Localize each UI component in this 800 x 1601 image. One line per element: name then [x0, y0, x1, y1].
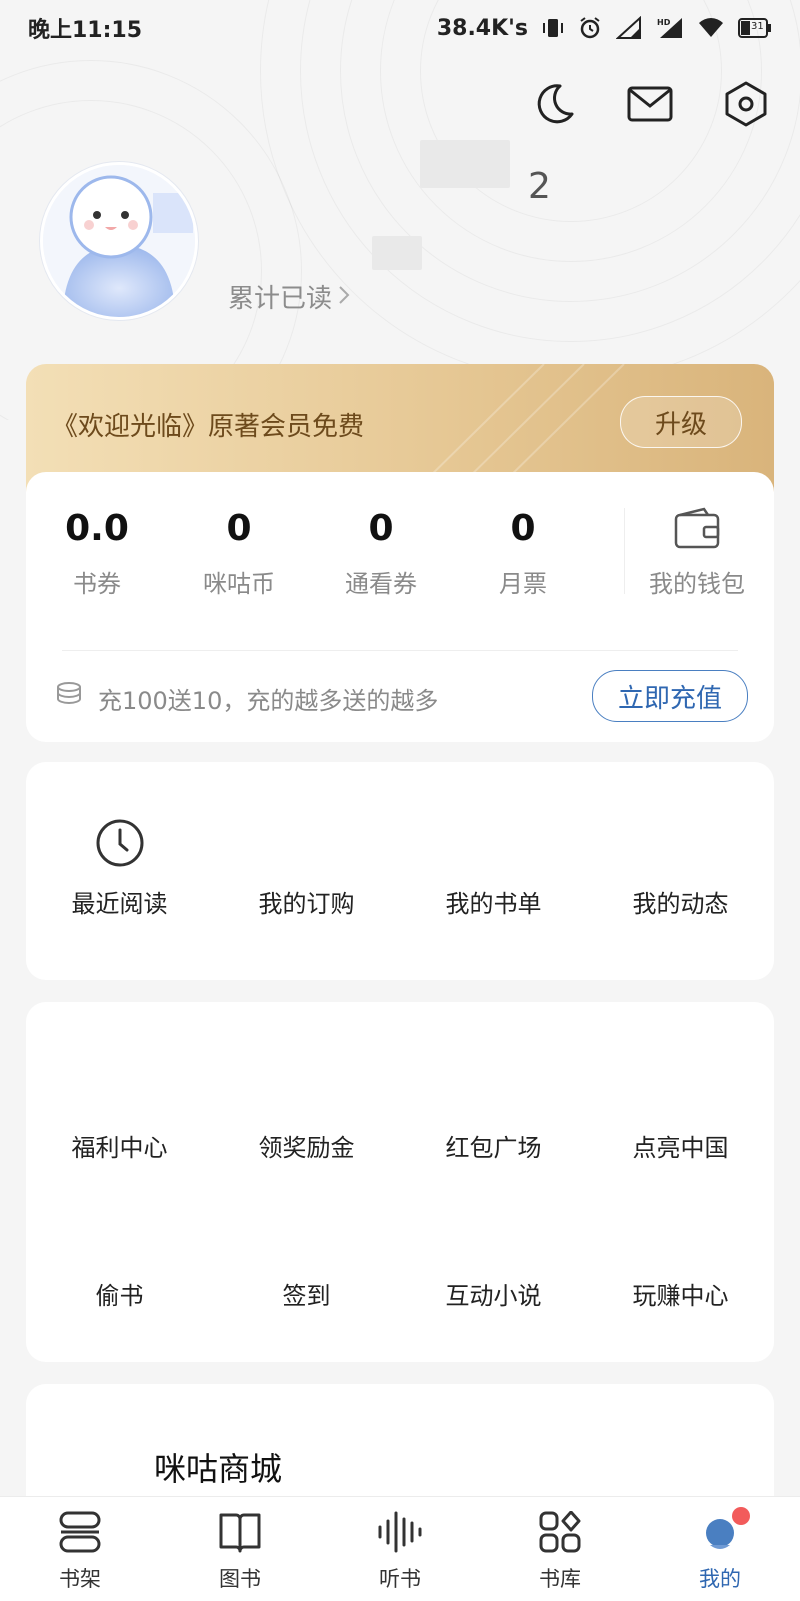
my-wallet-button[interactable]: 我的钱包: [626, 498, 768, 599]
wifi-icon: [698, 17, 724, 39]
stat-label: 书券: [73, 570, 121, 598]
menu-label: 点亮中国: [632, 1134, 729, 1162]
menu-label: 我的动态: [632, 890, 729, 918]
network-speed: 38.4K's: [436, 15, 528, 41]
tab-profile[interactable]: 我的: [640, 1497, 800, 1601]
badge-blurred: [372, 236, 422, 270]
wallet-card: 0.0 书券 0 咪咕币 0 通看券 0 月票 我的钱包 充100送10，充的越…: [26, 472, 774, 742]
menu-label: 互动小说: [445, 1282, 542, 1310]
tab-label: 书库: [539, 1567, 581, 1591]
quick-menu-card: 最近阅读 我的订购 我的书单 我的动态: [26, 762, 774, 980]
my-wallet-label: 我的钱包: [649, 570, 745, 598]
hd-signal-icon: HD: [656, 16, 684, 40]
menu-label: 最近阅读: [71, 890, 168, 918]
stat-book-coupon[interactable]: 0.0 书券: [26, 498, 168, 608]
signal-icon: [616, 16, 642, 40]
stat-value: 0: [226, 507, 252, 549]
settings-icon: [724, 81, 768, 131]
moon-icon: [532, 82, 576, 130]
tab-books[interactable]: 图书: [160, 1497, 320, 1601]
menu-label: 签到: [282, 1282, 331, 1310]
book-icon: [217, 1511, 263, 1557]
tab-label: 我的: [699, 1567, 741, 1591]
stat-migu-coin[interactable]: 0 咪咕币: [168, 498, 310, 608]
menu-label: 福利中心: [71, 1134, 168, 1162]
header-actions: [530, 81, 770, 131]
stat-label: 月票: [499, 570, 547, 598]
clock-icon: [95, 818, 145, 876]
vip-text: 《欢迎光临》原著会员免费: [52, 412, 365, 442]
stat-label: 咪咕币: [203, 570, 275, 598]
menu-steal-books[interactable]: 偷书: [26, 1276, 213, 1311]
menu-red-packet-square[interactable]: 红包广场: [400, 1128, 587, 1163]
mall-title: 咪咕商城: [154, 1450, 283, 1488]
grid-icon: [537, 1510, 583, 1557]
level-number: 2: [528, 166, 551, 207]
stat-value: 0: [510, 507, 536, 549]
menu-interactive-novel[interactable]: 互动小说: [400, 1276, 587, 1311]
menu-play-earn-center[interactable]: 玩赚中心: [587, 1276, 774, 1311]
alarm-icon: [578, 16, 602, 40]
tab-library[interactable]: 书库: [480, 1497, 640, 1601]
chevron-right-icon: [338, 282, 350, 312]
stat-label: 通看券: [345, 570, 417, 598]
reading-stats-label: 累计已读: [228, 284, 333, 314]
wallet-icon: [674, 498, 720, 558]
upgrade-button[interactable]: 升级: [620, 396, 742, 448]
menu-my-activity[interactable]: 我的动态: [587, 884, 774, 919]
tab-label: 听书: [379, 1567, 421, 1591]
menu-recent-reading[interactable]: 最近阅读: [26, 818, 213, 919]
recharge-promo: 充100送10，充的越多送的越多: [54, 680, 438, 716]
tab-bookshelf[interactable]: 书架: [0, 1497, 160, 1601]
menu-check-in[interactable]: 签到: [213, 1276, 400, 1311]
svg-text:HD: HD: [657, 18, 671, 27]
mail-icon: [627, 86, 673, 126]
menu-welfare-center[interactable]: 福利中心: [26, 1128, 213, 1163]
status-time: 晚上11:15: [28, 18, 143, 43]
tab-audiobooks[interactable]: 听书: [320, 1497, 480, 1601]
tab-label: 图书: [219, 1567, 261, 1591]
menu-label: 我的书单: [445, 890, 542, 918]
coins-icon: [54, 680, 84, 716]
activity-card: 福利中心 领奖励金 红包广场 点亮中国 偷书 签到 互动小说 玩赚中心: [26, 1002, 774, 1362]
stat-value: 0.0: [65, 507, 129, 549]
stat-monthly-ticket[interactable]: 0 月票: [452, 498, 594, 608]
messages-button[interactable]: [626, 82, 674, 130]
menu-label: 玩赚中心: [632, 1282, 729, 1310]
recharge-button[interactable]: 立即充值: [592, 670, 748, 722]
reading-stats-link[interactable]: 累计已读: [228, 278, 350, 315]
wallet-separator: [624, 508, 625, 594]
bookshelf-icon: [57, 1511, 103, 1557]
avatar[interactable]: [40, 162, 198, 320]
menu-my-orders[interactable]: 我的订购: [213, 884, 400, 919]
username-blurred: [420, 140, 510, 188]
battery-icon: 31: [738, 17, 772, 39]
divider: [62, 650, 738, 651]
stat-read-pass[interactable]: 0 通看券: [310, 498, 452, 608]
bottom-tab-bar: 书架 图书 听书 书库 我的: [0, 1496, 800, 1601]
status-bar: 晚上11:15 38.4K's HD 31: [0, 0, 800, 56]
promo-text: 充100送10，充的越多送的越多: [98, 686, 439, 715]
menu-claim-reward[interactable]: 领奖励金: [213, 1128, 400, 1163]
audio-wave-icon: [375, 1511, 425, 1557]
tab-label: 书架: [59, 1567, 101, 1591]
menu-label: 红包广场: [445, 1134, 542, 1162]
night-mode-button[interactable]: [530, 82, 578, 130]
battery-level: 31: [751, 21, 764, 32]
menu-light-up-china[interactable]: 点亮中国: [587, 1128, 774, 1163]
menu-my-booklist[interactable]: 我的书单: [400, 884, 587, 919]
menu-label: 偷书: [95, 1282, 144, 1310]
settings-button[interactable]: [722, 81, 770, 131]
vibrate-icon: [542, 17, 564, 39]
menu-label: 我的订购: [258, 890, 355, 918]
menu-label: 领奖励金: [258, 1134, 355, 1162]
stat-value: 0: [368, 507, 394, 549]
notification-dot: [732, 1507, 750, 1525]
